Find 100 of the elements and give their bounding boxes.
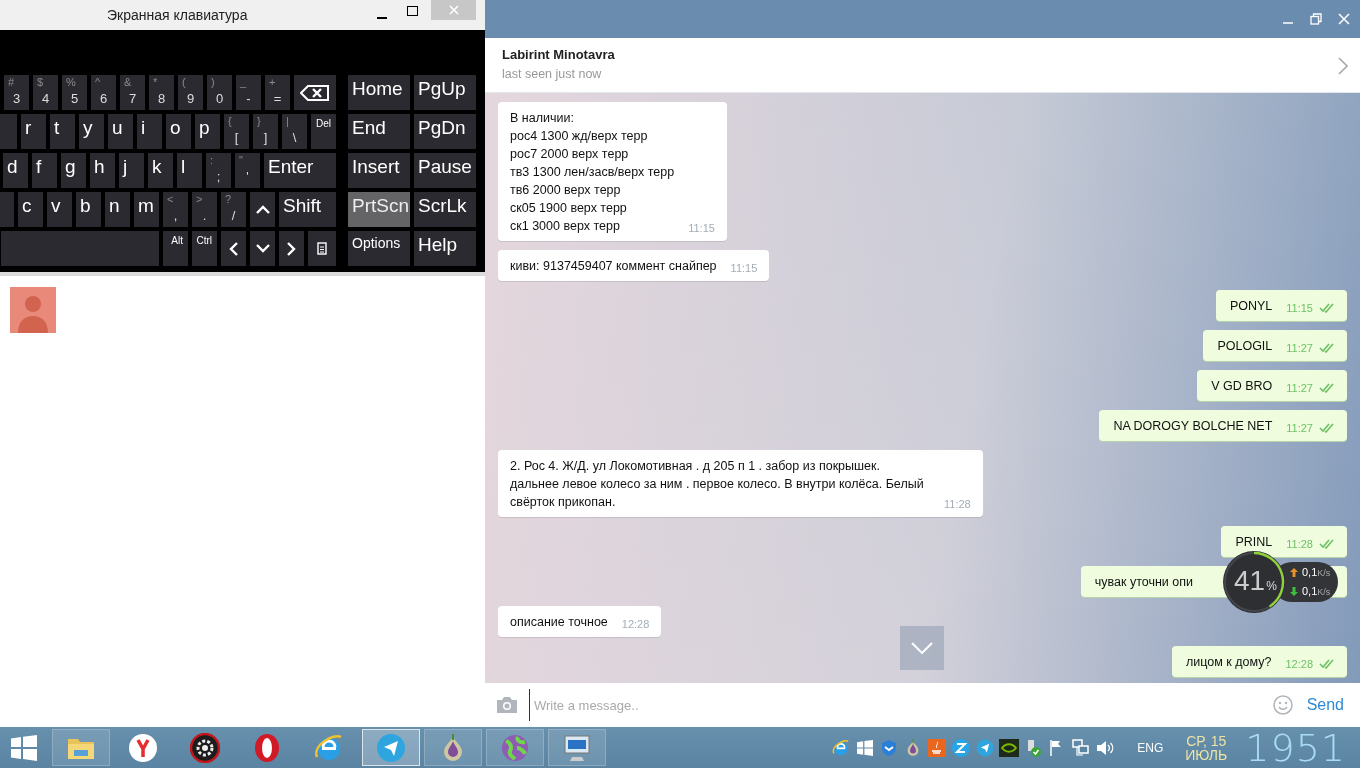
key[interactable]: f — [32, 153, 57, 188]
key[interactable]: t — [50, 114, 75, 149]
download-arrow-icon — [1290, 587, 1298, 596]
key[interactable]: Home — [348, 75, 410, 110]
key[interactable]: n — [105, 192, 130, 227]
key[interactable]: m — [134, 192, 159, 227]
key[interactable]: PgDn — [414, 114, 476, 149]
close-icon — [448, 5, 459, 15]
key[interactable]: c — [18, 192, 43, 227]
key[interactable] — [250, 192, 275, 227]
key[interactable] — [221, 231, 246, 266]
key[interactable]: PgUp — [414, 75, 476, 110]
key[interactable]: o — [166, 114, 191, 149]
key-symbol: 3 — [12, 92, 21, 106]
key[interactable]: Insert — [348, 153, 410, 188]
key[interactable]: End — [348, 114, 410, 149]
key[interactable] — [250, 231, 275, 266]
message-time: 12:28 — [621, 617, 650, 631]
language-indicator[interactable]: ENG — [1137, 740, 1164, 755]
key[interactable] — [279, 231, 304, 266]
key[interactable]: g — [61, 153, 86, 188]
message-time: 11:27 — [1286, 341, 1313, 355]
message-text: киви: 9137459407 коммент снайпер — [510, 258, 717, 275]
chevron-right-icon[interactable] — [1338, 57, 1348, 75]
key[interactable]: < , — [163, 192, 188, 227]
maximize-icon — [406, 6, 418, 16]
key[interactable]: PrtScn — [348, 192, 410, 227]
date-text: СР, 15 — [1185, 733, 1228, 748]
key[interactable]: r — [21, 114, 46, 149]
key-symbol: 7 — [128, 92, 137, 106]
key-symbol: = — [273, 92, 282, 106]
key[interactable]: * 8 — [149, 75, 174, 110]
menu-icon — [317, 242, 327, 255]
key[interactable]: h — [90, 153, 115, 188]
key[interactable]: } ] — [253, 114, 278, 149]
windows-logo-icon — [857, 739, 874, 756]
key[interactable]: & 7 — [120, 75, 145, 110]
message-text: чувак уточни опи — [1094, 574, 1193, 591]
browser-y-icon — [128, 732, 158, 763]
key[interactable]: + = — [265, 75, 290, 110]
key[interactable]: j — [119, 153, 144, 188]
key[interactable]: k — [148, 153, 173, 188]
key-symbol: , — [173, 209, 178, 223]
windows-logo-icon — [11, 734, 37, 761]
key[interactable]: ( 9 — [178, 75, 203, 110]
key[interactable]: $ 4 — [33, 75, 58, 110]
key[interactable]: Del — [311, 114, 336, 149]
camera-icon[interactable] — [495, 696, 519, 714]
key[interactable]: ^ 6 — [91, 75, 116, 110]
key[interactable]: y — [79, 114, 104, 149]
scroll-down-button[interactable] — [900, 626, 944, 670]
shift-symbol: + — [269, 76, 277, 88]
message-text: лицом к дому? — [1186, 654, 1272, 671]
key[interactable]: _ - — [236, 75, 261, 110]
key[interactable]: Alt — [163, 231, 188, 266]
key[interactable]: Help — [414, 231, 476, 266]
message-time: 11:15 — [730, 261, 758, 275]
key[interactable] — [294, 75, 336, 110]
close-icon[interactable] — [1338, 13, 1350, 25]
restore-icon[interactable] — [1310, 13, 1322, 25]
key[interactable]: Pause — [414, 153, 476, 188]
shift-symbol: # — [8, 76, 16, 88]
key[interactable]: > . — [192, 192, 217, 227]
key[interactable]: u — [108, 114, 133, 149]
key[interactable]: Options — [348, 231, 410, 266]
key[interactable]: v — [47, 192, 72, 227]
key[interactable]: ? / — [221, 192, 246, 227]
message-time: 11:27 — [1286, 381, 1313, 395]
key[interactable] — [308, 231, 336, 266]
key[interactable]: Enter — [264, 153, 336, 188]
key[interactable]: % 5 — [62, 75, 87, 110]
key[interactable]: p — [195, 114, 220, 149]
key[interactable]: b — [76, 192, 101, 227]
message-time: 11:28 — [1286, 537, 1313, 551]
key-symbol: ] — [263, 131, 268, 145]
send-button[interactable]: Send — [1302, 692, 1348, 718]
chevron-down-icon — [911, 642, 933, 654]
contact-name: Labirint Minotavra — [502, 47, 616, 62]
smiley-icon[interactable] — [1272, 695, 1293, 715]
shift-symbol: < — [167, 193, 175, 205]
key-symbol: \ — [292, 131, 297, 145]
shift-symbol: & — [124, 76, 133, 88]
key[interactable]: Ctrl — [192, 231, 217, 266]
key[interactable]: d — [3, 153, 28, 188]
key[interactable]: " ' — [235, 153, 260, 188]
key[interactable]: : ; — [206, 153, 231, 188]
key[interactable]: | \ — [282, 114, 307, 149]
shift-symbol: * — [153, 76, 159, 88]
key[interactable]: ) 0 — [207, 75, 232, 110]
key[interactable]: ScrLk — [414, 192, 476, 227]
backspace-icon — [300, 84, 330, 101]
key[interactable]: i — [137, 114, 162, 149]
key[interactable]: Shift — [279, 192, 336, 227]
cup-icon — [928, 738, 947, 757]
globe-icon — [500, 732, 530, 763]
key[interactable]: # 3 — [4, 75, 29, 110]
key[interactable]: l — [177, 153, 202, 188]
shift-symbol: : — [210, 154, 215, 166]
key-symbol: 9 — [186, 92, 195, 106]
key[interactable]: { [ — [224, 114, 249, 149]
